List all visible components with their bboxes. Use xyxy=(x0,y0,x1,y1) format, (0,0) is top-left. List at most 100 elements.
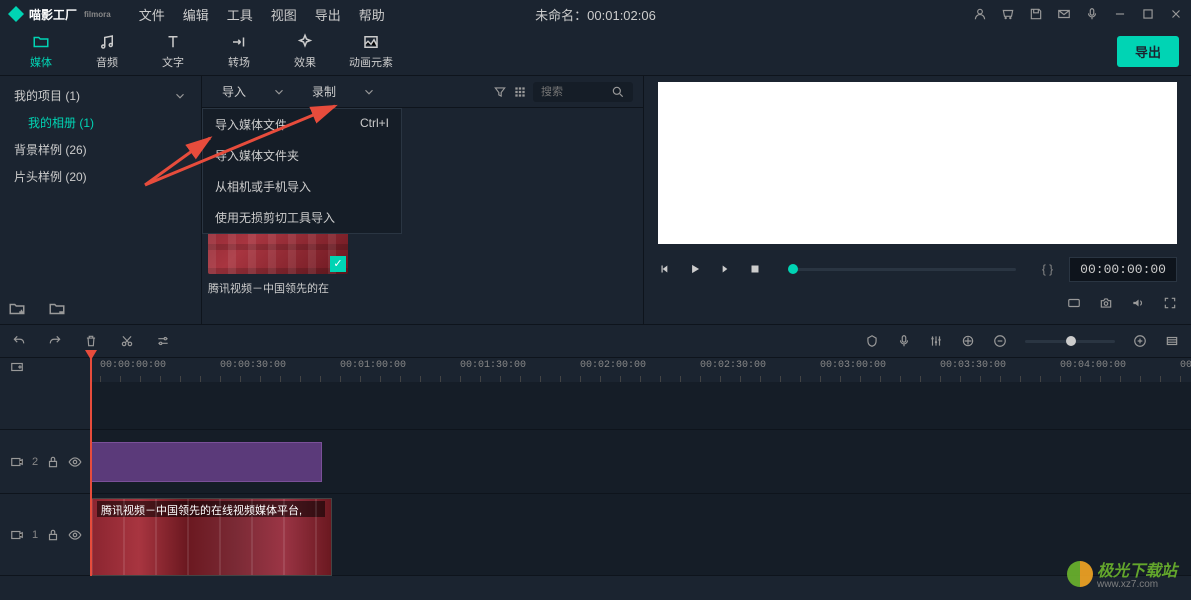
voiceover-icon[interactable] xyxy=(897,334,911,348)
video-track-icon xyxy=(10,528,24,542)
tab-text[interactable]: 文字 xyxy=(140,29,206,75)
sidebar-item-album[interactable]: 我的相册 (1) xyxy=(0,109,201,136)
user-icon[interactable] xyxy=(973,7,987,21)
tab-elements[interactable]: 动画元素 xyxy=(338,29,404,75)
search-icon[interactable] xyxy=(611,85,625,99)
logo-icon xyxy=(8,6,24,22)
import-media-file[interactable]: 导入媒体文件Ctrl+I xyxy=(203,109,401,140)
preview-canvas[interactable] xyxy=(658,82,1177,244)
timeline-ruler[interactable]: 00:00:00:0000:00:30:0000:01:00:0000:01:3… xyxy=(0,358,1191,382)
category-tabs: 媒体 音频 文字 转场 效果 动画元素 导出 xyxy=(0,28,1191,76)
app-logo: 喵影工厂 filmora xyxy=(8,6,111,23)
search-box[interactable] xyxy=(533,82,633,102)
settings-icon[interactable] xyxy=(156,334,170,348)
minimize-icon[interactable] xyxy=(1113,7,1127,21)
visibility-icon[interactable] xyxy=(68,528,82,542)
zoom-slider[interactable] xyxy=(1025,340,1115,343)
tab-media[interactable]: 媒体 xyxy=(8,29,74,75)
remove-folder-icon[interactable] xyxy=(48,300,66,318)
volume-icon[interactable] xyxy=(1131,296,1145,310)
filter-icon[interactable] xyxy=(493,85,507,99)
add-folder-icon[interactable] xyxy=(8,300,26,318)
render-icon[interactable] xyxy=(961,334,975,348)
lock-icon[interactable] xyxy=(46,528,60,542)
cart-icon[interactable] xyxy=(1001,7,1015,21)
menu-file[interactable]: 文件 xyxy=(139,5,165,24)
quality-icon[interactable] xyxy=(1067,296,1081,310)
sidebar-bottom-actions xyxy=(8,300,66,318)
track-2 xyxy=(0,382,1191,430)
mail-icon[interactable] xyxy=(1057,7,1071,21)
ruler-mark: 00:00:30:00 xyxy=(220,360,286,371)
visibility-icon[interactable] xyxy=(68,455,82,469)
prev-frame-icon[interactable] xyxy=(658,262,672,276)
timeline-toolbar xyxy=(0,324,1191,358)
menu-help[interactable]: 帮助 xyxy=(359,5,385,24)
seekbar-handle[interactable] xyxy=(788,264,798,274)
stop-icon[interactable] xyxy=(748,262,762,276)
menu-export[interactable]: 导出 xyxy=(315,5,341,24)
mixer-icon[interactable] xyxy=(929,334,943,348)
zoom-out-icon[interactable] xyxy=(993,334,1007,348)
app-name: 喵影工厂 xyxy=(29,6,77,23)
tab-transition[interactable]: 转场 xyxy=(206,29,272,75)
clip-video[interactable]: 腾讯视频－中国领先的在线视频媒体平台, xyxy=(90,498,332,576)
close-icon[interactable] xyxy=(1169,7,1183,21)
marker-icon[interactable] xyxy=(865,334,879,348)
thumbnail-label: 腾讯视频－中国领先的在 xyxy=(208,280,348,296)
add-track-icon[interactable] xyxy=(10,360,24,374)
folder-icon xyxy=(31,33,51,51)
sidebar-item-intros[interactable]: 片头样例 (20) xyxy=(0,163,201,190)
next-frame-icon[interactable] xyxy=(718,262,732,276)
main-area: 我的项目 (1) 我的相册 (1) 背景样例 (26) 片头样例 (20) 导入… xyxy=(0,76,1191,324)
save-icon[interactable] xyxy=(1029,7,1043,21)
braces-label[interactable]: { } xyxy=(1042,262,1053,276)
track-body-2[interactable] xyxy=(90,430,1191,493)
mic-icon[interactable] xyxy=(1085,7,1099,21)
track-video-2: 2 xyxy=(0,430,1191,494)
search-input[interactable] xyxy=(541,86,611,98)
lock-icon[interactable] xyxy=(46,455,60,469)
import-lossless-cut[interactable]: 使用无损剪切工具导入 xyxy=(203,202,401,233)
check-icon: ✓ xyxy=(330,256,346,272)
import-dropdown-button[interactable]: 导入 xyxy=(212,83,296,100)
watermark: 极光下载站 www.xz7.com xyxy=(1067,557,1177,590)
redo-icon[interactable] xyxy=(48,334,62,348)
cut-icon[interactable] xyxy=(120,334,134,348)
text-icon xyxy=(163,33,183,51)
zoom-in-icon[interactable] xyxy=(1133,334,1147,348)
record-dropdown-button[interactable]: 录制 xyxy=(302,83,386,100)
delete-icon[interactable] xyxy=(84,334,98,348)
menu-edit[interactable]: 编辑 xyxy=(183,5,209,24)
document-title: 未命名：00:01:02:06 xyxy=(535,5,656,24)
playhead[interactable] xyxy=(90,358,92,576)
fit-to-screen-icon[interactable] xyxy=(1165,334,1179,348)
ruler-mark: 00:01:00:00 xyxy=(340,360,406,371)
tab-audio[interactable]: 音频 xyxy=(74,29,140,75)
track-body-1[interactable]: 腾讯视频－中国领先的在线视频媒体平台, xyxy=(90,494,1191,575)
play-icon[interactable] xyxy=(688,262,702,276)
timeline-tracks: 2 1 腾讯视频－中国领先的在线视频媒体平台, xyxy=(0,382,1191,576)
import-from-device[interactable]: 从相机或手机导入 xyxy=(203,171,401,202)
import-media-folder[interactable]: 导入媒体文件夹 xyxy=(203,140,401,171)
watermark-url: www.xz7.com xyxy=(1097,579,1177,590)
maximize-icon[interactable] xyxy=(1141,7,1155,21)
zoom-handle[interactable] xyxy=(1066,336,1076,346)
ruler-mark: 00:00:00:00 xyxy=(100,360,166,371)
preview-timecode[interactable]: 00:00:00:00 xyxy=(1069,257,1177,282)
grid-view-icon[interactable] xyxy=(513,85,527,99)
menu-tools[interactable]: 工具 xyxy=(227,5,253,24)
export-button[interactable]: 导出 xyxy=(1117,36,1179,67)
fullscreen-icon[interactable] xyxy=(1163,296,1177,310)
menu-view[interactable]: 视图 xyxy=(271,5,297,24)
undo-icon[interactable] xyxy=(12,334,26,348)
picture-icon xyxy=(361,33,381,51)
preview-seekbar[interactable] xyxy=(788,268,1016,271)
sidebar-item-backgrounds[interactable]: 背景样例 (26) xyxy=(0,136,201,163)
ruler-mark: 00:04:00:00 xyxy=(1060,360,1126,371)
snapshot-icon[interactable] xyxy=(1099,296,1113,310)
clip-transition[interactable] xyxy=(90,442,322,482)
tab-effects[interactable]: 效果 xyxy=(272,29,338,75)
app-subname: filmora xyxy=(84,10,111,19)
sidebar-item-project[interactable]: 我的项目 (1) xyxy=(0,82,201,109)
